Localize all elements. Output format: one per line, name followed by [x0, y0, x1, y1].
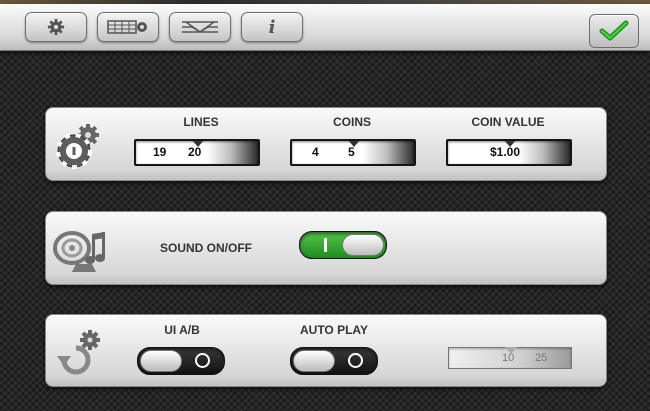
- speaker-music-icon: [53, 231, 105, 272]
- chip-gear-icon: [56, 124, 99, 169]
- auto-play-count-next: 25: [535, 352, 548, 364]
- toggle-off-mark: [195, 353, 210, 368]
- toggle-knob: [342, 234, 384, 256]
- options-panel: UI A/B AUTO PLAY 10 25: [45, 314, 607, 387]
- paylines-icon: [182, 21, 218, 33]
- coins-label: COINS: [332, 115, 371, 129]
- gear-icon: [47, 18, 65, 36]
- coin-value-label: COIN VALUE: [471, 115, 545, 129]
- sound-label: SOUND ON/OFF: [160, 241, 252, 255]
- lines-prev-value: 19: [153, 145, 167, 159]
- toolbar: i: [0, 4, 650, 51]
- paytable-button[interactable]: [97, 12, 159, 42]
- refresh-gear-icon: [57, 330, 100, 375]
- bet-settings-panel: LINES 19 20 COINS 4 5 COIN VALUE $1.00: [45, 107, 607, 181]
- info-icon: i: [268, 16, 276, 38]
- coin-value: $1.00: [490, 145, 521, 159]
- auto-play-label: AUTO PLAY: [299, 323, 368, 337]
- coins-selector[interactable]: 4 5: [290, 139, 416, 166]
- settings-button[interactable]: [25, 12, 87, 42]
- auto-play-count-selector[interactable]: 10 25: [448, 347, 572, 369]
- coins-value: 5: [348, 145, 355, 159]
- confirm-button[interactable]: [589, 14, 639, 48]
- toggle-off-mark: [348, 353, 363, 368]
- coin-value-selector[interactable]: $1.00: [446, 139, 572, 166]
- toggle-knob: [293, 350, 335, 372]
- auto-play-count-value: 10: [502, 352, 515, 364]
- sound-toggle[interactable]: [299, 231, 387, 259]
- lines-selector[interactable]: 19 20: [134, 139, 260, 166]
- toggle-knob: [140, 350, 182, 372]
- lines-label: LINES: [183, 115, 219, 129]
- paytable-icon: [107, 20, 147, 34]
- sound-panel: SOUND ON/OFF: [45, 211, 607, 285]
- paylines-button[interactable]: [169, 12, 231, 42]
- lines-value: 20: [188, 145, 202, 159]
- ui-ab-label: UI A/B: [164, 323, 200, 337]
- checkmark-icon: [599, 20, 629, 41]
- auto-play-toggle[interactable]: [290, 347, 378, 375]
- coins-prev-value: 4: [312, 145, 319, 159]
- toggle-on-mark: [324, 238, 327, 252]
- ui-ab-toggle[interactable]: [137, 347, 225, 375]
- info-button[interactable]: i: [241, 12, 303, 42]
